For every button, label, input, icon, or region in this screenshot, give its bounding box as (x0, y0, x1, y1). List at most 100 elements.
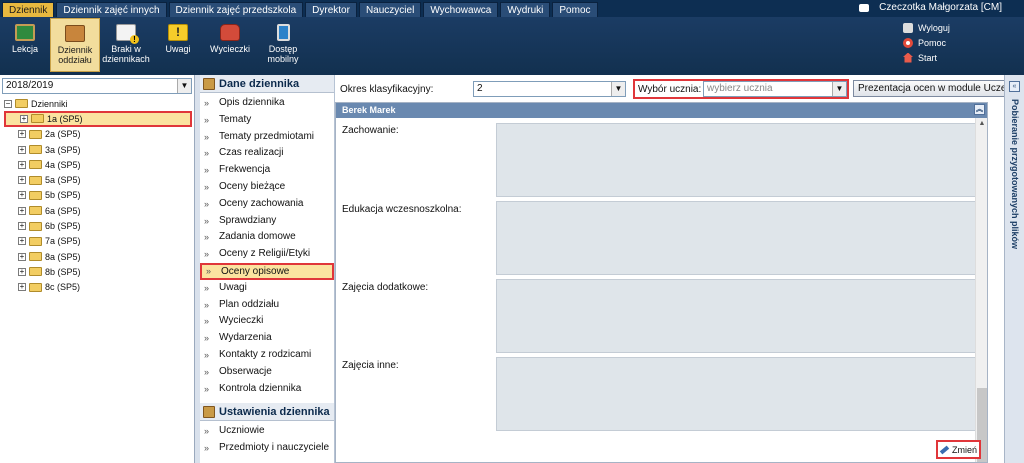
uwagi-button[interactable]: ! Uwagi (153, 18, 203, 72)
collapse-icon[interactable]: − (4, 99, 12, 108)
warning-icon: ! (168, 24, 188, 41)
tree-class-node[interactable]: +4a (SP5) (4, 157, 192, 172)
chevron-down-icon[interactable]: ▼ (177, 79, 191, 93)
nav-item[interactable]: Kontakty z rodzicami (200, 347, 334, 364)
tab-dyrektor[interactable]: Dyrektor (305, 2, 357, 17)
expand-left-icon[interactable]: « (1009, 81, 1020, 92)
chevron-down-icon[interactable]: ▼ (611, 82, 625, 96)
tree-class-label: 7a (SP5) (45, 236, 81, 247)
nav-item[interactable]: Zadania domowe (200, 229, 334, 246)
wycieczki-button[interactable]: Wycieczki (205, 18, 255, 72)
folder-icon (29, 221, 42, 231)
tree-class-node[interactable]: +8b (SP5) (4, 264, 192, 279)
expand-icon[interactable]: + (18, 283, 26, 292)
period-select[interactable]: 2 ▼ (473, 81, 626, 97)
lekcja-button[interactable]: Lekcja (0, 18, 50, 72)
collapse-up-icon[interactable]: ︽ (974, 104, 985, 115)
tree-class-label: 8b (SP5) (45, 266, 81, 277)
nav-item[interactable]: Opis dziennika (200, 95, 334, 112)
nav-item[interactable]: Tematy (200, 112, 334, 129)
downloads-panel-title[interactable]: Pobieranie przygotowanych plików (1010, 99, 1020, 249)
expand-icon[interactable]: + (18, 176, 26, 185)
filter-bar: Okres klasyfikacyjny: 2 ▼ Wybór ucznia: … (335, 75, 1017, 100)
zmien-label: Zmień (951, 444, 977, 455)
tab-wychowawca[interactable]: Wychowawca (423, 2, 499, 17)
nav-item[interactable]: Obserwacje (200, 364, 334, 381)
zmien-button[interactable]: Zmień (936, 440, 981, 459)
vertical-scrollbar[interactable]: ▲ (975, 118, 987, 462)
tree-class-label: 8c (SP5) (45, 282, 81, 293)
nav-item[interactable]: Wycieczki (200, 313, 334, 330)
tab-dziennik-zajec-innych[interactable]: Dziennik zajęć innych (56, 2, 167, 17)
tree-root[interactable]: − Dzienniki (4, 96, 192, 111)
nav-item[interactable]: Kontrola dziennika (200, 381, 334, 398)
chevron-down-icon[interactable]: ▼ (832, 82, 846, 96)
tree-class-node[interactable]: +6b (SP5) (4, 218, 192, 233)
nav-item[interactable]: Oceny bieżące (200, 179, 334, 196)
tab-pomoc[interactable]: Pomoc (552, 2, 598, 17)
braki-label: Braki w dziennikach (102, 44, 150, 64)
tree-class-node[interactable]: +8a (SP5) (4, 249, 192, 264)
wyloguj-label: Wyloguj (918, 22, 950, 33)
dostep-mobilny-button[interactable]: Dostęp mobilny (258, 18, 308, 72)
nav-item[interactable]: Oceny zachowania (200, 196, 334, 213)
settings-icon (203, 405, 215, 418)
tab-wydruki[interactable]: Wydruki (500, 2, 551, 17)
expand-icon[interactable]: + (18, 267, 26, 276)
tab-nauczyciel[interactable]: Nauczyciel (358, 2, 422, 17)
nav-item[interactable]: Wydarzenia (200, 330, 334, 347)
expand-icon[interactable]: + (18, 160, 26, 169)
dziennik-oddzialu-button[interactable]: Dziennik oddziału (50, 18, 100, 72)
nav-item[interactable]: Frekwencja (200, 162, 334, 179)
expand-icon[interactable]: + (18, 222, 26, 231)
pencil-icon (939, 445, 950, 454)
field-label-dodatkowe: Zajęcia dodatkowe: (342, 282, 429, 293)
tab-dziennik[interactable]: Dziennik (2, 2, 55, 17)
side-links: Wyloguj Pomoc Start (903, 20, 950, 65)
folder-icon (29, 252, 42, 262)
expand-icon[interactable]: + (18, 206, 26, 215)
downloads-side-panel: « Pobieranie przygotowanych plików (1004, 75, 1024, 463)
pomoc-link[interactable]: Pomoc (903, 35, 950, 50)
braki-button[interactable]: Braki w dziennikach (101, 18, 151, 72)
wyloguj-link[interactable]: Wyloguj (903, 20, 950, 35)
expand-icon[interactable]: + (18, 145, 26, 154)
year-select[interactable]: 2018/2019 ▼ (2, 78, 192, 94)
nav-item[interactable]: Uwagi (200, 280, 334, 297)
tree-class-node[interactable]: +5a (SP5) (4, 172, 192, 187)
start-link[interactable]: Start (903, 50, 950, 65)
nav-item[interactable]: Tematy przedmiotami (200, 129, 334, 146)
scroll-up-icon[interactable]: ▲ (976, 118, 988, 130)
expand-icon[interactable]: + (18, 130, 26, 139)
tree-class-node[interactable]: +5b (SP5) (4, 188, 192, 203)
tree-class-node[interactable]: +3a (SP5) (4, 142, 192, 157)
tab-dziennik-przedszkola[interactable]: Dziennik zajęć przedszkola (168, 2, 304, 17)
tree-class-node[interactable]: +1a (SP5) (4, 111, 192, 127)
nav-item[interactable]: Plan oddziału (200, 297, 334, 314)
tree-class-label: 8a (SP5) (45, 251, 81, 262)
expand-icon[interactable]: + (20, 114, 28, 123)
edukacja-area (496, 201, 983, 275)
student-select[interactable]: wybierz ucznia ▼ (703, 81, 847, 97)
student-label: Wybór ucznia: (638, 84, 702, 95)
zachowanie-area (496, 123, 983, 197)
nav-item[interactable]: Czas realizacji (200, 145, 334, 162)
prezentacja-ocen-button[interactable]: Prezentacja ocen w module Uczeń (853, 80, 1017, 97)
expand-icon[interactable]: + (18, 237, 26, 246)
panel-header: Berek Marek ︽ (336, 103, 987, 118)
chat-icon[interactable] (859, 3, 870, 12)
tree-class-node[interactable]: +8c (SP5) (4, 280, 192, 295)
nav-item[interactable]: Oceny z Religii/Etyki (200, 246, 334, 263)
expand-icon[interactable]: + (18, 252, 26, 261)
tree-class-node[interactable]: +7a (SP5) (4, 234, 192, 249)
nav-item[interactable]: Uczniowie (200, 423, 334, 440)
student-placeholder: wybierz ucznia (707, 83, 773, 94)
folder-icon (31, 114, 44, 124)
expand-icon[interactable]: + (18, 191, 26, 200)
tree-class-node[interactable]: +2a (SP5) (4, 127, 192, 142)
nav-item[interactable]: Oceny opisowe (200, 262, 334, 280)
period-label: Okres klasyfikacyjny: (340, 84, 434, 95)
tree-class-node[interactable]: +6a (SP5) (4, 203, 192, 218)
nav-item[interactable]: Sprawdziany (200, 213, 334, 230)
nav-item[interactable]: Przedmioty i nauczyciele (200, 440, 334, 457)
